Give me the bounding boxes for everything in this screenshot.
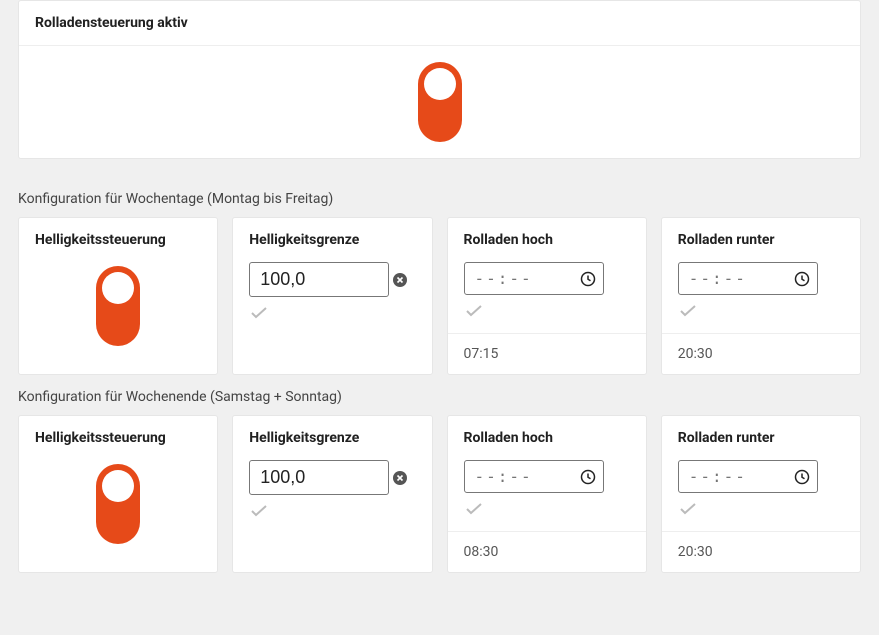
card-title: Helligkeitssteuerung <box>19 218 217 262</box>
clear-icon[interactable] <box>392 470 408 486</box>
weekday-section-label: Konfiguration für Wochentage (Montag bis… <box>0 177 879 217</box>
time-input-wrap <box>464 460 604 493</box>
checkmark-icon <box>464 499 630 515</box>
weekend-down-current: 20:30 <box>662 531 860 572</box>
clear-icon[interactable] <box>392 272 408 288</box>
card-body <box>233 460 431 533</box>
card-title: Helligkeitsgrenze <box>233 416 431 460</box>
weekend-section-label: Konfiguration für Wochenende (Samstag + … <box>0 375 879 415</box>
weekend-brightness-limit-card: Helligkeitsgrenze <box>232 415 432 573</box>
time-input-wrap <box>678 460 818 493</box>
clock-icon[interactable] <box>580 469 596 485</box>
input-wrap <box>249 460 415 495</box>
weekday-brightness-control-card: Helligkeitssteuerung <box>18 217 218 375</box>
card-title: Helligkeitsgrenze <box>233 218 431 262</box>
clock-icon[interactable] <box>580 271 596 287</box>
clock-icon[interactable] <box>794 469 810 485</box>
weekday-down-card: Rolladen runter 20:30 <box>661 217 861 375</box>
weekday-brightness-limit-input[interactable] <box>249 262 389 297</box>
toggle-knob <box>424 68 456 100</box>
checkmark-icon <box>249 501 415 517</box>
main-control-card: Rolladensteuerung aktiv <box>18 0 861 159</box>
card-body <box>233 262 431 335</box>
checkmark-icon <box>678 499 844 515</box>
card-body <box>662 262 860 333</box>
weekend-up-current: 08:30 <box>448 531 646 572</box>
card-body <box>19 262 217 374</box>
time-input-wrap <box>464 262 604 295</box>
weekday-up-card: Rolladen hoch 07:15 <box>447 217 647 375</box>
weekday-brightness-limit-card: Helligkeitsgrenze <box>232 217 432 375</box>
card-body <box>662 460 860 531</box>
main-active-toggle[interactable] <box>418 62 462 142</box>
card-body <box>448 460 646 531</box>
weekday-brightness-toggle[interactable] <box>96 266 140 346</box>
time-input-wrap <box>678 262 818 295</box>
card-title: Helligkeitssteuerung <box>19 416 217 460</box>
toggle-knob <box>102 272 134 304</box>
main-control-body <box>19 46 860 158</box>
weekend-brightness-control-card: Helligkeitssteuerung <box>18 415 218 573</box>
checkmark-icon <box>249 303 415 319</box>
weekend-row: Helligkeitssteuerung Helligkeitsgrenze R… <box>0 415 879 573</box>
clock-icon[interactable] <box>794 271 810 287</box>
card-body <box>448 262 646 333</box>
checkmark-icon <box>678 301 844 317</box>
card-title: Rolladen hoch <box>448 218 646 262</box>
toggle-knob <box>102 470 134 502</box>
main-control-title: Rolladensteuerung aktiv <box>19 1 860 46</box>
weekday-down-current: 20:30 <box>662 333 860 374</box>
weekend-up-card: Rolladen hoch 08:30 <box>447 415 647 573</box>
weekend-down-card: Rolladen runter 20:30 <box>661 415 861 573</box>
card-body <box>19 460 217 572</box>
input-wrap <box>249 262 415 297</box>
weekend-brightness-limit-input[interactable] <box>249 460 389 495</box>
weekday-up-current: 07:15 <box>448 333 646 374</box>
card-title: Rolladen runter <box>662 416 860 460</box>
weekend-brightness-toggle[interactable] <box>96 464 140 544</box>
checkmark-icon <box>464 301 630 317</box>
card-title: Rolladen runter <box>662 218 860 262</box>
card-title: Rolladen hoch <box>448 416 646 460</box>
weekday-row: Helligkeitssteuerung Helligkeitsgrenze R… <box>0 217 879 375</box>
